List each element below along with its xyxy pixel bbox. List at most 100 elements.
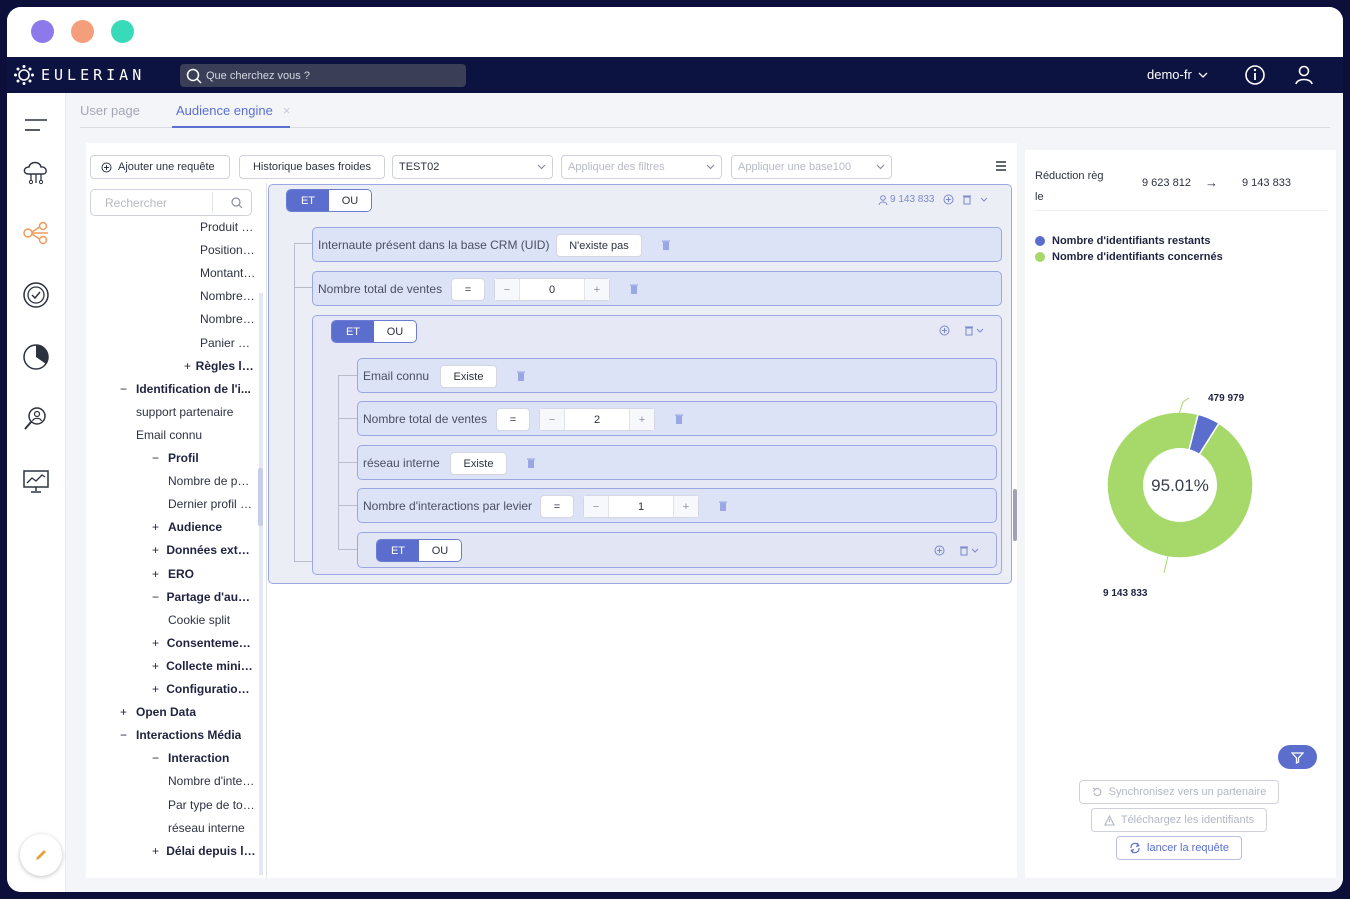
tree-item[interactable]: Email connu bbox=[136, 425, 256, 445]
collapse-icon[interactable]: − bbox=[152, 590, 166, 604]
add-circle-icon[interactable] bbox=[934, 545, 945, 556]
condition-email-value[interactable]: Existe bbox=[440, 365, 497, 388]
trash-icon[interactable] bbox=[526, 457, 536, 469]
chevron-down-icon[interactable] bbox=[980, 197, 988, 202]
trash-icon[interactable] bbox=[718, 500, 728, 512]
collapse-icon[interactable]: − bbox=[152, 751, 168, 765]
nav-validation[interactable] bbox=[20, 279, 52, 311]
tab-user-page[interactable]: User page bbox=[80, 103, 140, 129]
operator-ou[interactable]: OU bbox=[374, 321, 416, 342]
condition-ventes-operator[interactable]: = bbox=[451, 278, 485, 301]
condition-ventes[interactable]: Nombre total de ventes = − 0 + bbox=[312, 271, 1002, 306]
tree-scrollbar-thumb[interactable] bbox=[258, 468, 263, 526]
tree-item[interactable]: réseau interne bbox=[168, 818, 256, 838]
tree-item[interactable]: Nombre de pag... bbox=[168, 471, 256, 491]
expand-icon[interactable]: + bbox=[152, 659, 166, 673]
chevron-down-icon[interactable] bbox=[976, 328, 984, 333]
operator-et[interactable]: ET bbox=[287, 190, 329, 211]
expand-icon[interactable]: + bbox=[152, 567, 168, 581]
trash-icon[interactable] bbox=[516, 370, 526, 382]
tree-item[interactable]: − Profil bbox=[152, 448, 256, 468]
tree-item[interactable]: Nombre de j... bbox=[200, 286, 256, 306]
window-dot-purple[interactable] bbox=[31, 20, 54, 43]
brand-logo[interactable]: EULERIAN bbox=[13, 64, 145, 86]
trash-icon[interactable] bbox=[964, 325, 974, 336]
condition-crm[interactable]: Internaute présent dans la base CRM (UID… bbox=[312, 227, 1002, 262]
trash-icon[interactable] bbox=[962, 194, 972, 205]
trash-icon[interactable] bbox=[629, 283, 639, 295]
tree-item[interactable]: Montant total... bbox=[200, 263, 256, 283]
tree-item[interactable]: − Partage d'audie... bbox=[152, 587, 256, 607]
launch-request-button[interactable]: lancer la requête bbox=[1116, 836, 1242, 860]
condition-ventes2[interactable]: Nombre total de ventes = − 2 + bbox=[357, 401, 997, 436]
tree-item[interactable]: Position de l... bbox=[200, 240, 256, 260]
collapse-icon[interactable]: − bbox=[152, 451, 168, 465]
tree-item[interactable]: Nombre total... bbox=[200, 309, 256, 329]
tree-item[interactable]: +Données extern... bbox=[152, 540, 256, 560]
operator-ou[interactable]: OU bbox=[329, 190, 371, 211]
nav-dashboard[interactable] bbox=[20, 465, 52, 497]
add-request-button[interactable]: Ajouter une requête bbox=[90, 155, 230, 179]
tree-item[interactable]: Panier moye... bbox=[200, 333, 256, 353]
condition-reseau[interactable]: réseau interne Existe bbox=[357, 445, 997, 480]
condition-interactions[interactable]: Nombre d'interactions par levier = − 1 + bbox=[357, 488, 997, 523]
nav-search-insights[interactable] bbox=[20, 403, 52, 435]
panel-resize-handle[interactable] bbox=[1013, 489, 1017, 541]
operator-ou[interactable]: OU bbox=[419, 540, 461, 561]
tree-item[interactable]: Cookie split bbox=[168, 610, 256, 630]
expand-icon[interactable]: + bbox=[152, 682, 166, 696]
tree-search-input[interactable]: Rechercher bbox=[90, 189, 252, 216]
tree-item[interactable]: +Collecte minimale bbox=[152, 656, 256, 676]
window-dot-green[interactable] bbox=[111, 20, 134, 43]
stepper-value[interactable]: 0 bbox=[519, 279, 585, 300]
sync-partner-button[interactable]: Synchronisez vers un partenaire bbox=[1079, 780, 1279, 804]
decrement-button[interactable]: − bbox=[584, 496, 608, 517]
tree-item[interactable]: Dernier profil ac... bbox=[168, 494, 256, 514]
condition-interactions-operator[interactable]: = bbox=[540, 495, 574, 518]
tree-item[interactable]: − Interaction bbox=[152, 748, 256, 768]
edit-button[interactable] bbox=[20, 834, 62, 876]
chevron-down-icon[interactable] bbox=[971, 548, 979, 553]
stepper-value[interactable]: 2 bbox=[564, 409, 630, 430]
global-search[interactable]: Que cherchez vous ? bbox=[180, 64, 466, 87]
tree-item[interactable]: support partenaire bbox=[136, 402, 256, 422]
increment-button[interactable]: + bbox=[585, 279, 609, 300]
add-circle-icon[interactable] bbox=[943, 194, 954, 205]
operator-et[interactable]: ET bbox=[377, 540, 419, 561]
tree-scrollbar-track[interactable] bbox=[259, 293, 263, 875]
condition-email[interactable]: Email connu Existe bbox=[357, 358, 997, 393]
info-icon[interactable] bbox=[1243, 63, 1267, 87]
download-ids-button[interactable]: Téléchargez les identifiants bbox=[1091, 808, 1267, 832]
tree-item[interactable]: + Open Data bbox=[120, 702, 256, 722]
more-menu-icon[interactable] bbox=[996, 161, 1006, 171]
increment-button[interactable]: + bbox=[630, 409, 654, 430]
operator-et[interactable]: ET bbox=[332, 321, 374, 342]
tree-item[interactable]: +Configuration U... bbox=[152, 679, 256, 699]
search-icon[interactable] bbox=[231, 196, 243, 209]
condition-reseau-value[interactable]: Existe bbox=[450, 452, 507, 475]
filter-button[interactable] bbox=[1278, 745, 1317, 769]
stepper-value[interactable]: 1 bbox=[608, 496, 674, 517]
trash-icon[interactable] bbox=[674, 413, 684, 425]
tree-item[interactable]: Produit ache... bbox=[200, 217, 256, 237]
window-dot-orange[interactable] bbox=[71, 20, 94, 43]
decrement-button[interactable]: − bbox=[540, 409, 564, 430]
nav-analytics[interactable] bbox=[20, 341, 52, 373]
expand-icon[interactable]: + bbox=[152, 844, 166, 858]
condition-crm-value[interactable]: N'existe pas bbox=[556, 234, 642, 257]
collapse-icon[interactable]: − bbox=[120, 728, 136, 742]
menu-toggle[interactable] bbox=[20, 109, 52, 141]
tree-item[interactable]: +Règles liées ... bbox=[184, 356, 256, 376]
tree-item[interactable]: +Délai depuis l'in... bbox=[152, 841, 256, 861]
account-selector[interactable]: demo-fr bbox=[1147, 67, 1208, 82]
add-circle-icon[interactable] bbox=[939, 325, 950, 336]
collapse-icon[interactable]: − bbox=[120, 382, 136, 396]
history-button[interactable]: Historique bases froides bbox=[239, 155, 385, 179]
expand-icon[interactable]: + bbox=[152, 636, 167, 650]
user-icon[interactable] bbox=[1292, 63, 1316, 87]
decrement-button[interactable]: − bbox=[495, 279, 519, 300]
expand-icon[interactable]: + bbox=[120, 705, 136, 719]
trash-icon[interactable] bbox=[661, 239, 671, 251]
base-select[interactable]: TEST02 bbox=[392, 155, 553, 179]
nav-audience-engine[interactable] bbox=[20, 217, 52, 249]
